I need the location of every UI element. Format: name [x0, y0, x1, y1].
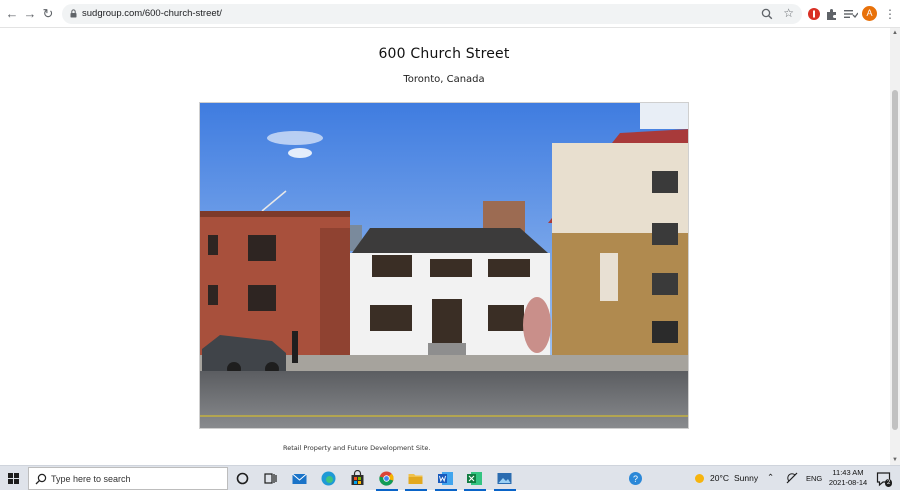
- mail-icon[interactable]: [291, 470, 308, 487]
- excel-icon[interactable]: [466, 470, 483, 487]
- page-scrollbar[interactable]: ▲ ▼: [890, 28, 900, 465]
- photos-icon[interactable]: [496, 470, 513, 487]
- photo-caption: Retail Property and Future Development S…: [283, 444, 431, 452]
- more-menu-icon[interactable]: ⋮: [884, 6, 896, 22]
- forward-arrow-icon[interactable]: →: [22, 6, 38, 22]
- reading-list-icon[interactable]: [842, 6, 858, 22]
- system-clock[interactable]: 11:43 AM 2021-08-14: [824, 468, 872, 488]
- profile-avatar[interactable]: A: [862, 6, 877, 21]
- language-indicator[interactable]: ENG: [806, 473, 822, 484]
- page-subtitle: Toronto, Canada: [403, 74, 485, 85]
- scroll-up-arrow-icon[interactable]: ▲: [892, 30, 898, 36]
- windows-start-icon[interactable]: [8, 473, 19, 484]
- windows-taskbar: Type here to search ? 20°C Sunny ⌃ ENG 1…: [0, 465, 900, 491]
- bookmark-star-icon[interactable]: ☆: [783, 6, 794, 20]
- word-icon[interactable]: [437, 470, 454, 487]
- search-placeholder: Type here to search: [51, 474, 131, 484]
- store-icon[interactable]: [349, 470, 366, 487]
- page-content: 600 Church Street Toronto, Canada Retail…: [0, 28, 890, 465]
- chrome-icon[interactable]: [378, 470, 395, 487]
- weather-temperature[interactable]: 20°C: [710, 473, 729, 484]
- url-text: sudgroup.com/600-church-street/: [82, 8, 222, 19]
- page-title: 600 Church Street: [378, 46, 510, 62]
- clock-time: 11:43 AM: [832, 468, 864, 477]
- back-arrow-icon[interactable]: ←: [4, 6, 20, 22]
- zoom-icon[interactable]: [760, 7, 774, 21]
- network-icon[interactable]: [784, 470, 801, 487]
- help-icon[interactable]: ?: [627, 470, 644, 487]
- tray-chevron-up-icon[interactable]: ⌃: [767, 472, 774, 483]
- search-icon: [35, 473, 47, 485]
- puzzle-icon[interactable]: [824, 6, 840, 22]
- file-explorer-icon[interactable]: [407, 470, 424, 487]
- property-photo: [199, 102, 689, 429]
- scroll-down-arrow-icon[interactable]: ▼: [892, 457, 898, 463]
- reload-icon[interactable]: ↻: [40, 6, 56, 22]
- edge-icon[interactable]: [320, 470, 337, 487]
- weather-condition[interactable]: Sunny: [734, 473, 758, 484]
- svg-text:?: ?: [633, 474, 638, 484]
- browser-toolbar: ← → ↻ sudgroup.com/600-church-street/ ☆ …: [0, 0, 900, 28]
- scrollbar-thumb[interactable]: [892, 90, 898, 430]
- lock-icon: [70, 9, 77, 18]
- street-scene-illustration: [200, 103, 688, 428]
- clock-date: 2021-08-14: [828, 478, 868, 487]
- cortana-icon[interactable]: [234, 470, 251, 487]
- taskbar-search-input[interactable]: Type here to search: [28, 467, 228, 490]
- address-bar[interactable]: sudgroup.com/600-church-street/ ☆: [62, 4, 802, 24]
- weather-sun-icon[interactable]: [691, 470, 708, 487]
- extension-red-icon[interactable]: [806, 6, 822, 22]
- task-view-icon[interactable]: [262, 470, 279, 487]
